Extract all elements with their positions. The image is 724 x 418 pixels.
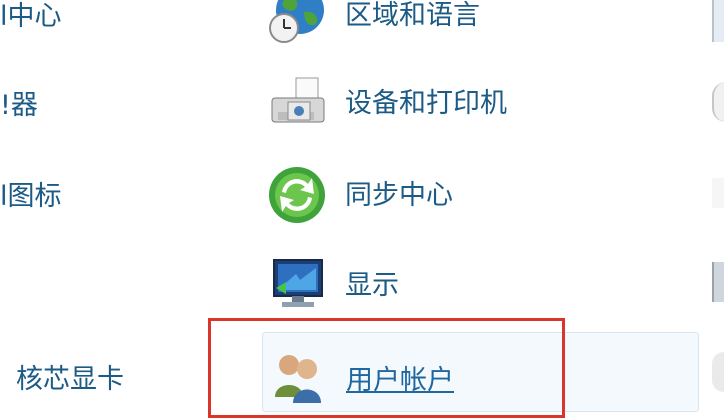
left-item-label-3[interactable]: l图标 [0, 183, 62, 210]
control-panel-item-devices-printers[interactable]: 设备和打印机 [262, 70, 697, 148]
sync-center-label[interactable]: 同步中心 [345, 182, 453, 209]
right-edge-fragment-5 [712, 352, 724, 392]
region-language-icon [269, 0, 324, 43]
sync-center-icon [269, 167, 325, 223]
control-panel-item-region-language[interactable]: 区域和语言 [262, 0, 697, 60]
devices-printers-label[interactable]: 设备和打印机 [345, 90, 507, 117]
right-edge-fragment-2 [712, 82, 724, 122]
left-item-label-1[interactable]: l中心 [0, 3, 62, 30]
right-edge-fragment-1 [712, 0, 724, 42]
display-icon [273, 259, 323, 307]
devices-printers-icon [271, 77, 325, 123]
left-item-label-2[interactable]: !器 [0, 92, 38, 119]
left-item-intel-graphics[interactable]: 核芯显卡 [16, 366, 124, 393]
control-panel-item-sync-center[interactable]: 同步中心 [262, 162, 697, 240]
highlight-box [208, 318, 565, 418]
display-label[interactable]: 显示 [345, 272, 399, 299]
region-language-label[interactable]: 区域和语言 [345, 2, 480, 29]
right-edge-fragment-3 [712, 178, 724, 208]
right-edge-fragment-4 [712, 262, 724, 302]
